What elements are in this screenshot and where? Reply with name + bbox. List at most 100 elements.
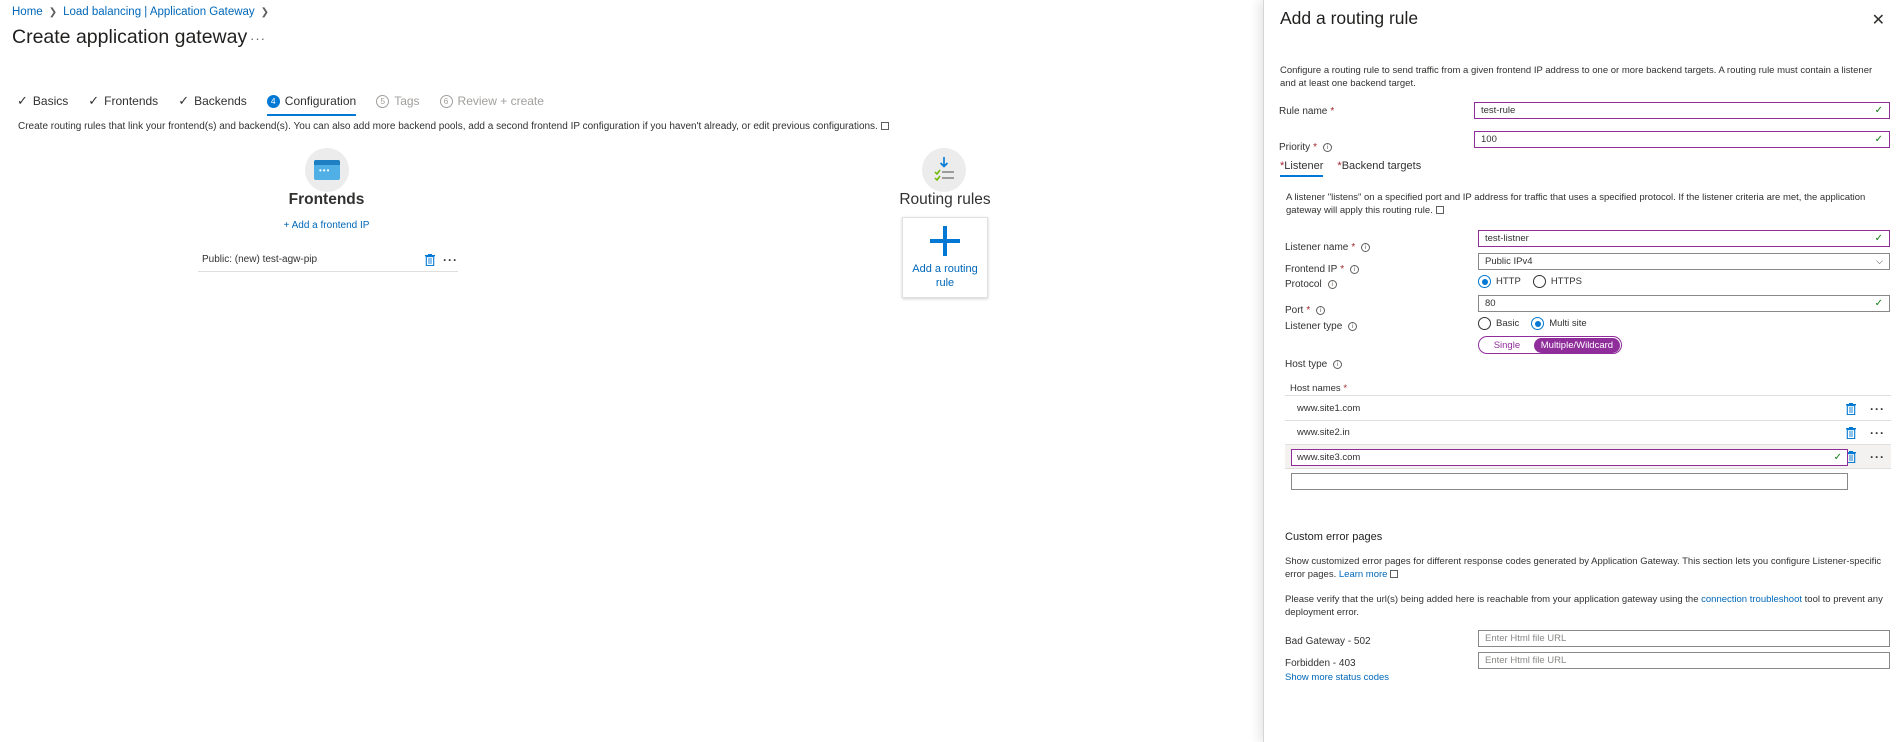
- host-name-value: www.site3.com: [1297, 452, 1361, 463]
- radio-label: HTTP: [1496, 276, 1521, 287]
- field-label-text: Listener name: [1285, 242, 1349, 253]
- tab-tags[interactable]: 5 Tags: [376, 90, 420, 112]
- tab-listener[interactable]: *Listener: [1280, 160, 1324, 177]
- tab-configuration[interactable]: 4 Configuration: [266, 90, 357, 116]
- chevron-down-icon: ⌵: [1876, 256, 1883, 266]
- forbidden-url-input[interactable]: Enter Html file URL: [1478, 652, 1890, 669]
- tab-label: Frontends: [104, 94, 159, 108]
- more-options-icon[interactable]: ···: [1870, 450, 1885, 464]
- rule-tabs: *Listener *Backend targets: [1280, 160, 1421, 177]
- more-options-icon[interactable]: ···: [443, 253, 458, 267]
- bad-gateway-url-input[interactable]: Enter Html file URL: [1478, 630, 1890, 647]
- host-name-row[interactable]: www.site2.in ···: [1285, 421, 1891, 445]
- host-name-row[interactable]: www.site1.com ···: [1285, 397, 1891, 421]
- breadcrumb-home-link[interactable]: Home: [12, 6, 43, 18]
- listener-type-multisite-radio[interactable]: Multi site: [1531, 317, 1587, 330]
- trash-icon[interactable]: [425, 253, 435, 266]
- port-label: Port * i: [1285, 305, 1326, 316]
- intro-text-body: Create routing rules that link your fron…: [18, 121, 878, 132]
- breadcrumb-load-balancing-link[interactable]: Load balancing | Application Gateway: [63, 6, 255, 18]
- page-title: Create application gateway: [12, 26, 248, 48]
- tab-basics[interactable]: ✓ Basics: [17, 90, 68, 112]
- host-type-multiple-option[interactable]: Multiple/Wildcard: [1533, 337, 1620, 353]
- trash-icon[interactable]: [1846, 426, 1856, 439]
- show-more-status-codes-link[interactable]: Show more status codes: [1285, 672, 1389, 683]
- breadcrumb: Home ❯ Load balancing | Application Gate…: [12, 6, 269, 18]
- panel-description: Configure a routing rule to send traffic…: [1280, 65, 1873, 89]
- bad-gateway-label: Bad Gateway - 502: [1285, 636, 1371, 647]
- new-host-name-input[interactable]: [1291, 473, 1848, 490]
- rule-name-label: Rule name *: [1279, 106, 1334, 117]
- tab-label: Tags: [394, 94, 420, 108]
- step-number-badge: 5: [376, 94, 390, 108]
- port-input[interactable]: 80 ✓: [1478, 295, 1890, 312]
- add-frontend-ip-link[interactable]: + Add a frontend IP: [230, 220, 423, 231]
- tab-backend-targets[interactable]: *Backend targets: [1337, 160, 1421, 177]
- valid-check-icon: ✓: [1833, 452, 1842, 463]
- radio-label: Basic: [1496, 318, 1520, 329]
- info-icon[interactable]: i: [1333, 360, 1343, 369]
- tab-frontends[interactable]: ✓ Frontends: [88, 90, 158, 112]
- listener-name-input[interactable]: test-listner ✓: [1478, 230, 1890, 247]
- required-marker: *: [1330, 106, 1335, 117]
- frontends-icon: [305, 148, 349, 192]
- trash-icon[interactable]: [1846, 402, 1856, 415]
- info-icon[interactable]: i: [1350, 265, 1360, 274]
- connection-troubleshoot-link[interactable]: connection troubleshoot: [1701, 594, 1802, 605]
- required-marker: *: [1340, 264, 1345, 275]
- host-names-header: Host names *: [1290, 383, 1347, 394]
- valid-check-icon: ✓: [1874, 105, 1883, 116]
- chevron-right-icon: ❯: [48, 6, 58, 18]
- row-actions: ···: [1846, 426, 1885, 440]
- rule-name-input[interactable]: test-rule ✓: [1474, 102, 1890, 119]
- custom-error-pages-heading: Custom error pages: [1285, 531, 1383, 543]
- external-link-icon[interactable]: [880, 122, 889, 130]
- wizard-tabs: ✓ Basics ✓ Frontends ✓ Backends 4 Config…: [17, 90, 564, 116]
- tab-label: Configuration: [284, 94, 357, 108]
- add-routing-rule-button[interactable]: Add a routing rule: [902, 217, 988, 298]
- checkmark-icon: ✓: [88, 93, 100, 108]
- more-options-button[interactable]: ···: [250, 31, 266, 46]
- host-name-value: www.site2.in: [1297, 427, 1350, 438]
- protocol-radio-group: HTTP HTTPS: [1478, 275, 1582, 288]
- listener-type-radio-group: Basic Multi site: [1478, 317, 1587, 330]
- priority-input[interactable]: 100 ✓: [1474, 131, 1890, 148]
- radio-indicator: [1478, 317, 1491, 330]
- verify-text-pre: Please verify that the url(s) being adde…: [1285, 594, 1699, 605]
- close-icon[interactable]: ✕: [1872, 10, 1885, 30]
- listener-type-basic-radio[interactable]: Basic: [1478, 317, 1519, 330]
- routing-rules-icon: [922, 148, 966, 192]
- valid-check-icon: ✓: [1874, 298, 1883, 309]
- field-label-text: Frontend IP: [1285, 264, 1338, 275]
- external-link-icon[interactable]: [1390, 570, 1399, 578]
- host-type-label: Host type i: [1285, 359, 1343, 370]
- row-actions: ···: [1846, 402, 1885, 416]
- valid-check-icon: ✓: [1874, 134, 1883, 145]
- info-icon[interactable]: i: [1348, 322, 1358, 331]
- frontend-item-label: Public: (new) test-agw-pip: [202, 254, 318, 265]
- more-options-icon[interactable]: ···: [1870, 402, 1885, 416]
- learn-more-link[interactable]: Learn more: [1339, 569, 1388, 580]
- listener-description-text: A listener "listens" on a specified port…: [1286, 192, 1866, 216]
- placeholder-text: Enter Html file URL: [1485, 655, 1567, 666]
- external-link-icon[interactable]: [1435, 206, 1444, 214]
- plus-icon: [930, 226, 960, 256]
- info-icon[interactable]: i: [1323, 143, 1333, 152]
- protocol-label: Protocol i: [1285, 279, 1337, 290]
- info-icon[interactable]: i: [1327, 280, 1337, 289]
- host-name-input[interactable]: www.site3.com ✓: [1291, 449, 1848, 466]
- frontend-ip-select[interactable]: Public IPv4 ⌵: [1478, 253, 1890, 270]
- radio-label: HTTPS: [1550, 276, 1582, 287]
- info-icon[interactable]: i: [1316, 306, 1326, 315]
- tab-backends[interactable]: ✓ Backends: [178, 90, 247, 112]
- frontend-list-item[interactable]: Public: (new) test-agw-pip ···: [198, 248, 458, 272]
- radio-selected-indicator: [1478, 275, 1491, 288]
- protocol-https-radio[interactable]: HTTPS: [1532, 275, 1582, 288]
- host-type-single-option[interactable]: Single: [1480, 338, 1534, 353]
- info-icon[interactable]: i: [1361, 243, 1371, 252]
- tab-review-create[interactable]: 6 Review + create: [439, 90, 544, 112]
- host-name-value: www.site1.com: [1297, 403, 1361, 414]
- protocol-http-radio[interactable]: HTTP: [1478, 275, 1521, 288]
- priority-value: 100: [1481, 134, 1497, 145]
- more-options-icon[interactable]: ···: [1870, 426, 1885, 440]
